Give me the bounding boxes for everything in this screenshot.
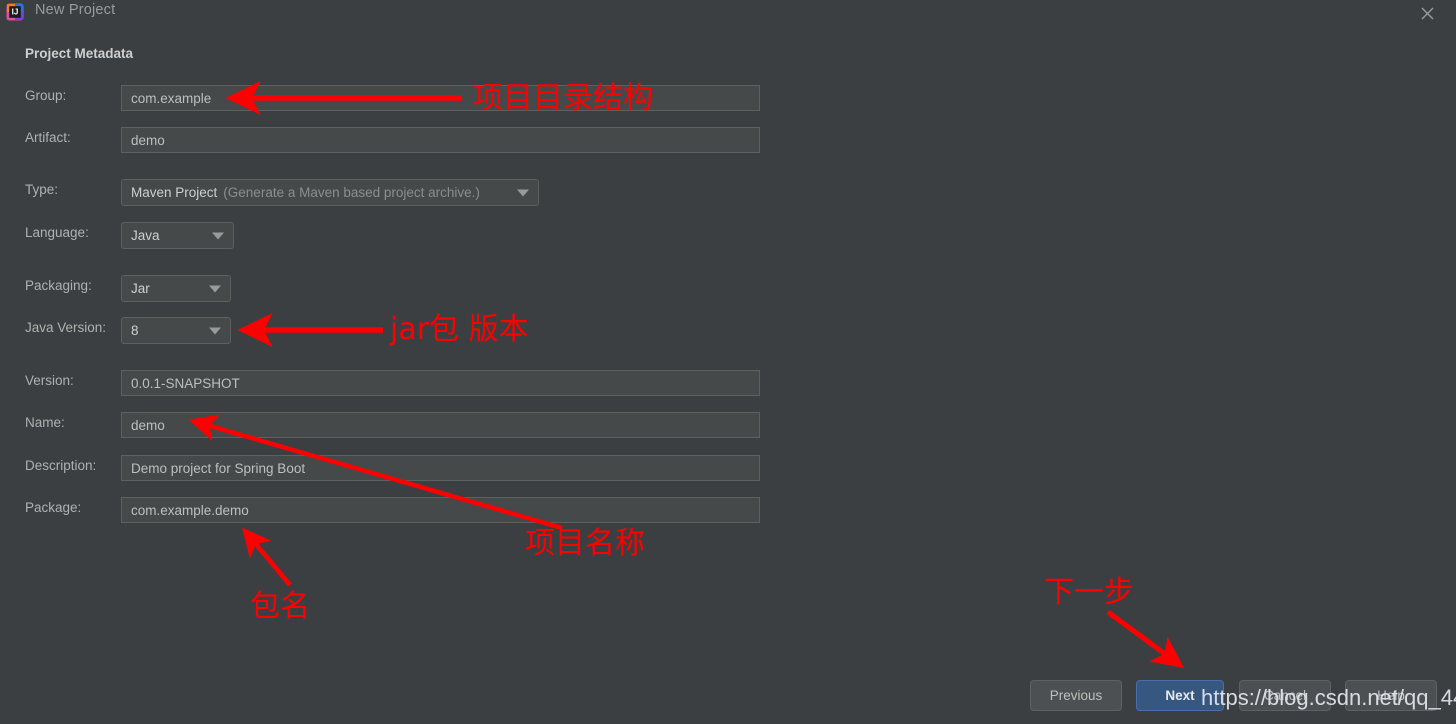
group-label: Group: — [25, 88, 67, 103]
close-icon[interactable] — [1410, 0, 1444, 26]
page-title: Project Metadata — [25, 46, 134, 61]
java-version-value: 8 — [131, 323, 139, 338]
svg-text:IJ: IJ — [12, 8, 19, 17]
previous-button[interactable]: Previous — [1030, 680, 1122, 711]
chevron-down-icon — [209, 327, 221, 334]
window-title: New Project — [35, 2, 116, 18]
annotation-next-step: 下一步 — [1044, 575, 1134, 610]
field-row-package: Package: com.example.demo — [25, 497, 760, 523]
artifact-input[interactable]: demo — [121, 127, 760, 153]
chevron-down-icon — [209, 285, 221, 292]
new-project-dialog: IJ New Project Project Metadata Group: c… — [0, 0, 1456, 724]
field-row-type: Type: Maven Project (Generate a Maven ba… — [25, 179, 539, 206]
help-button[interactable]: Help — [1345, 680, 1437, 711]
cancel-button[interactable]: Cancel — [1239, 680, 1331, 711]
chevron-down-icon — [517, 189, 529, 196]
artifact-label: Artifact: — [25, 130, 71, 145]
title-bar: IJ New Project — [0, 0, 1456, 24]
field-row-packaging: Packaging: Jar — [25, 275, 235, 302]
type-hint: (Generate a Maven based project archive.… — [223, 185, 480, 200]
language-label: Language: — [25, 225, 89, 240]
package-input[interactable]: com.example.demo — [121, 497, 760, 523]
next-button[interactable]: Next — [1136, 680, 1224, 711]
type-value: Maven Project — [131, 185, 218, 200]
annotation-jar-version: jar包 版本 — [390, 312, 529, 347]
type-label: Type: — [25, 182, 59, 197]
annotation-project-name: 项目名称 — [525, 526, 645, 561]
chevron-down-icon — [212, 232, 224, 239]
version-input[interactable]: 0.0.1-SNAPSHOT — [121, 370, 760, 396]
field-row-artifact: Artifact: demo — [25, 127, 760, 153]
arrow-to-next-button — [1106, 609, 1185, 668]
group-input[interactable]: com.example — [121, 85, 760, 111]
arrow-to-package-field — [242, 527, 292, 587]
version-label: Version: — [25, 373, 74, 388]
field-row-group: Group: com.example — [25, 85, 760, 111]
language-value: Java — [131, 228, 160, 243]
language-dropdown[interactable]: Java — [121, 222, 234, 249]
description-label: Description: — [25, 458, 97, 473]
package-label: Package: — [25, 500, 82, 515]
name-label: Name: — [25, 415, 65, 430]
name-input[interactable]: demo — [121, 412, 760, 438]
field-row-language: Language: Java — [25, 222, 235, 249]
type-dropdown[interactable]: Maven Project (Generate a Maven based pr… — [121, 179, 539, 206]
field-row-java-version: Java Version: 8 — [25, 317, 235, 344]
java-version-dropdown[interactable]: 8 — [121, 317, 231, 344]
field-row-name: Name: demo — [25, 412, 760, 438]
intellij-idea-logo-icon: IJ — [6, 3, 24, 21]
annotation-package-name: 包名 — [250, 589, 310, 624]
java-version-label: Java Version: — [25, 320, 107, 335]
packaging-value: Jar — [131, 281, 150, 296]
field-row-description: Description: Demo project for Spring Boo… — [25, 455, 760, 481]
packaging-dropdown[interactable]: Jar — [121, 275, 231, 302]
field-row-version: Version: 0.0.1-SNAPSHOT — [25, 370, 760, 396]
packaging-label: Packaging: — [25, 278, 92, 293]
description-input[interactable]: Demo project for Spring Boot — [121, 455, 760, 481]
